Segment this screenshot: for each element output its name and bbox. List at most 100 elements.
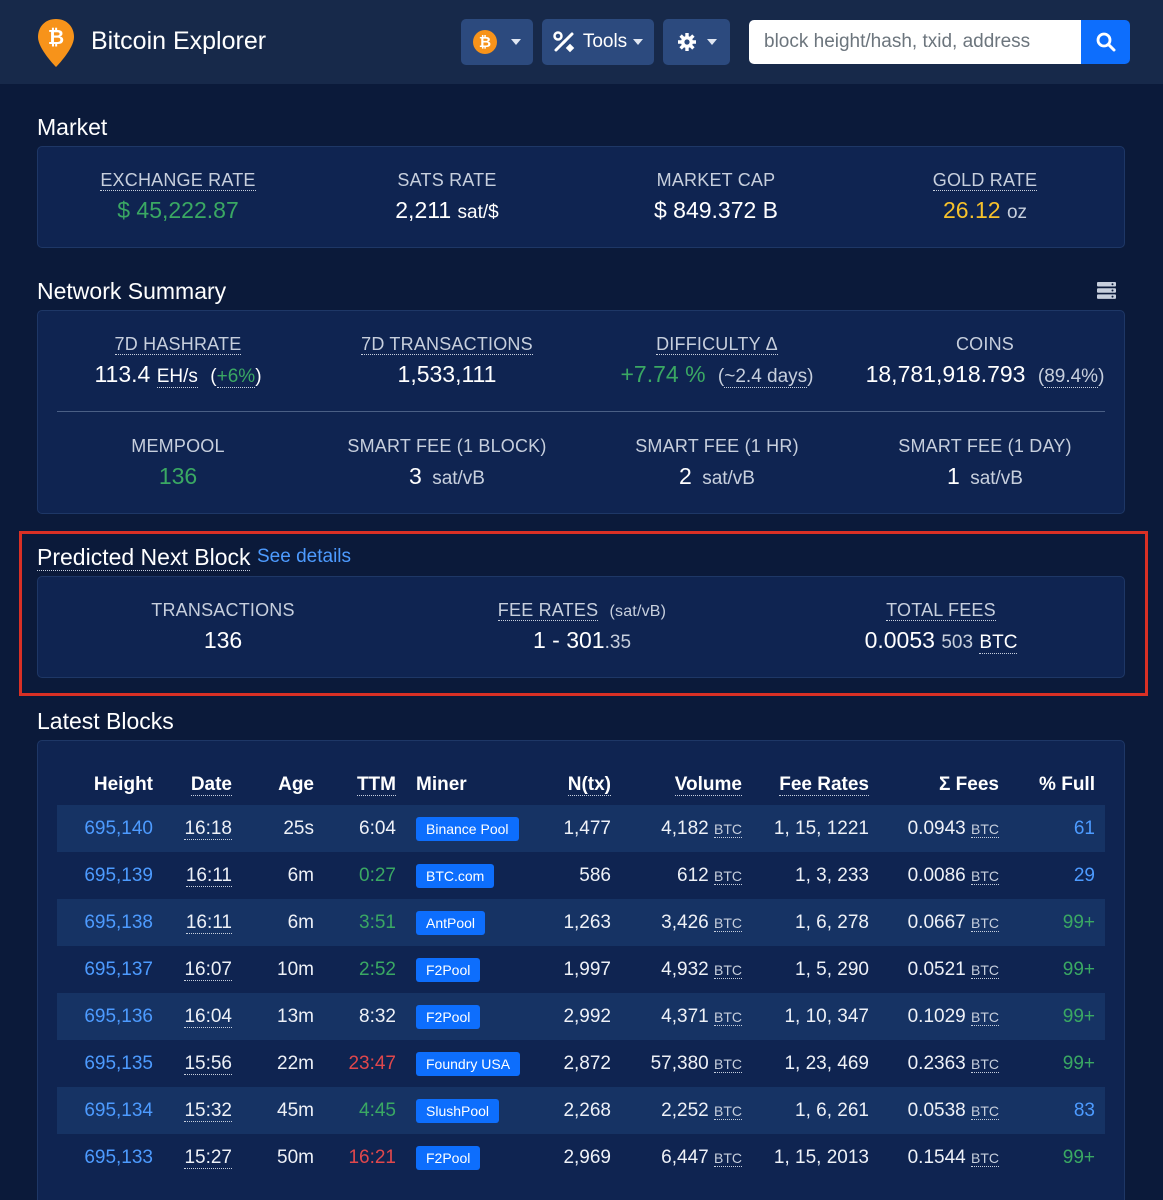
block-full: 99+ [1062, 911, 1095, 933]
block-fees: 0.0667 [907, 911, 966, 933]
block-date[interactable]: 15:32 [184, 1099, 232, 1122]
block-full: 61 [1073, 817, 1095, 839]
settings-menu-button[interactable] [663, 19, 730, 65]
block-ntx: 2,872 [563, 1052, 611, 1074]
block-ttm: 8:32 [359, 1005, 396, 1027]
coins-percent[interactable]: 89.4% [1044, 366, 1099, 388]
mempool-value[interactable]: 136 [78, 463, 278, 490]
predicted-total-fees-stat: TOTAL FEES 0.0053 503 BTC [841, 600, 1041, 654]
miner-badge[interactable]: F2Pool [416, 1145, 481, 1170]
col-date[interactable]: Date [190, 774, 232, 796]
btc-unit[interactable]: BTC [714, 820, 742, 838]
btc-unit[interactable]: BTC [714, 867, 742, 885]
block-full: 99+ [1062, 958, 1095, 980]
btc-unit[interactable]: BTC [714, 914, 742, 932]
block-date[interactable]: 15:56 [184, 1052, 232, 1075]
block-ttm: 23:47 [348, 1052, 396, 1074]
miner-badge[interactable]: BTC.com [416, 863, 495, 888]
difficulty-eta[interactable]: ~2.4 days [724, 366, 808, 388]
block-date[interactable]: 16:07 [184, 958, 232, 981]
col-ttm[interactable]: TTM [356, 774, 396, 796]
block-age: 13m [277, 1005, 314, 1027]
bitcoin-coin-icon: ₿ [473, 30, 497, 54]
block-fee-rates: 1, 6, 261 [795, 1099, 869, 1121]
block-date[interactable]: 16:11 [185, 864, 232, 887]
btc-unit[interactable]: BTC [714, 1102, 742, 1120]
miner-badge[interactable]: Binance Pool [416, 816, 519, 841]
btc-unit[interactable]: BTC [714, 1055, 742, 1073]
block-fee-rates: 1, 15, 1221 [773, 817, 869, 839]
predicted-block-title[interactable]: Predicted Next Block [37, 544, 251, 571]
block-ttm: 0:27 [359, 864, 396, 886]
btc-unit[interactable]: BTC [971, 820, 999, 838]
miner-badge[interactable]: AntPool [416, 910, 486, 935]
predicted-transactions-value: 136 [203, 627, 243, 653]
block-height-link[interactable]: 695,140 [84, 818, 153, 839]
block-height-link[interactable]: 695,137 [84, 959, 153, 980]
btc-unit[interactable]: BTC [971, 1149, 999, 1167]
hashrate-label[interactable]: 7D HASHRATE [114, 334, 242, 355]
smart-fee-1day-unit: sat/vB [970, 468, 1023, 489]
block-height-link[interactable]: 695,139 [84, 865, 153, 886]
btc-unit[interactable]: BTC [714, 1149, 742, 1167]
block-full: 29 [1073, 864, 1095, 886]
exchange-rate-label[interactable]: EXCHANGE RATE [100, 170, 256, 191]
predicted-total-fees-label[interactable]: TOTAL FEES [886, 600, 996, 621]
smart-fee-1block-unit: sat/vB [432, 468, 485, 489]
brand-title[interactable]: Bitcoin Explorer [91, 27, 266, 56]
btc-unit[interactable]: BTC [971, 1102, 999, 1120]
block-height-link[interactable]: 695,136 [84, 1006, 153, 1027]
col-volume[interactable]: Volume [674, 774, 742, 796]
block-height-link[interactable]: 695,138 [84, 912, 153, 933]
coins-stat: COINS 18,781,918.793 (89.4%) [855, 334, 1115, 388]
btc-unit[interactable]: BTC [714, 1008, 742, 1026]
block-date[interactable]: 16:11 [185, 911, 232, 934]
block-age: 6m [287, 864, 314, 886]
btc-unit[interactable]: BTC [971, 961, 999, 979]
navbar: ₿ Bitcoin Explorer ₿ Tools [0, 0, 1163, 84]
btc-unit[interactable]: BTC [714, 961, 742, 979]
btc-unit[interactable]: BTC [971, 914, 999, 932]
coin-selector-button[interactable]: ₿ [461, 19, 533, 65]
block-volume: 57,380 [650, 1052, 709, 1074]
btc-unit[interactable]: BTC [971, 1008, 999, 1026]
miner-badge[interactable]: SlushPool [416, 1098, 500, 1123]
table-row: 695,134 15:32 45m 4:45 SlushPool 2,268 2,252 B… [57, 1087, 1105, 1134]
server-icon[interactable] [1097, 282, 1116, 299]
hashrate-change[interactable]: +6% [216, 366, 256, 388]
block-date[interactable]: 16:18 [184, 817, 232, 840]
predicted-transactions-label: TRANSACTIONS [151, 600, 295, 620]
block-height-link[interactable]: 695,135 [84, 1053, 153, 1074]
market-cap-stat: MARKET CAP $ 849.372 B [616, 170, 816, 224]
latest-blocks-table: Height Date Age TTM Miner N(tx) Volume F… [57, 765, 1105, 1181]
bitcoin-logo-icon[interactable]: ₿ [36, 17, 76, 69]
btc-unit[interactable]: BTC [971, 1055, 999, 1073]
search-button[interactable] [1081, 20, 1130, 64]
difficulty-label[interactable]: DIFFICULTY Δ [656, 334, 778, 355]
gold-rate-stat: GOLD RATE 26.12 oz [885, 170, 1085, 224]
block-ttm: 3:51 [359, 911, 396, 933]
block-height-link[interactable]: 695,133 [84, 1147, 153, 1168]
miner-badge[interactable]: F2Pool [416, 957, 481, 982]
block-date[interactable]: 15:27 [184, 1146, 232, 1169]
hashrate-unit[interactable]: EH/s [156, 366, 198, 388]
search-input[interactable] [749, 20, 1082, 64]
tools-menu-button[interactable]: Tools [542, 19, 654, 65]
miner-badge[interactable]: F2Pool [416, 1004, 481, 1029]
hashrate-stat: 7D HASHRATE 113.4 EH/s (+6%) [94, 334, 262, 388]
hashrate-value: 113.4 [94, 361, 151, 387]
block-date[interactable]: 16:04 [184, 1005, 232, 1028]
miner-badge[interactable]: Foundry USA [416, 1051, 521, 1076]
block-height-link[interactable]: 695,134 [84, 1100, 153, 1121]
predicted-fee-rates-label[interactable]: FEE RATES [497, 600, 599, 621]
table-row: 695,138 16:11 6m 3:51 AntPool 1,263 3,426 BTC 1… [57, 899, 1105, 946]
col-fee-rates[interactable]: Fee Rates [779, 774, 869, 796]
block-volume: 4,932 [661, 958, 709, 980]
transactions-label[interactable]: 7D TRANSACTIONS [361, 334, 533, 355]
see-details-link[interactable]: See details [257, 546, 351, 568]
btc-unit[interactable]: BTC [971, 867, 999, 885]
smart-fee-1hr-value: 2 [679, 463, 692, 489]
gold-rate-label[interactable]: GOLD RATE [932, 170, 1038, 191]
predicted-total-fees-unit[interactable]: BTC [979, 632, 1018, 654]
col-ntx[interactable]: N(tx) [567, 774, 611, 796]
